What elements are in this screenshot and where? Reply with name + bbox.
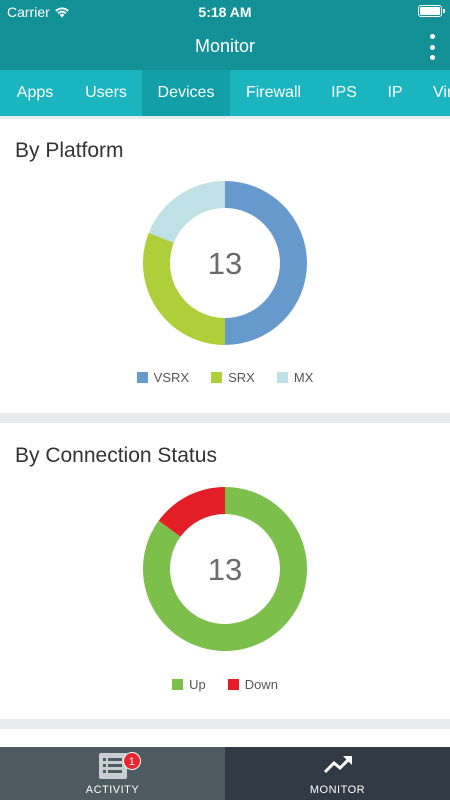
platform-donut-chart: 13 xyxy=(143,181,307,345)
legend-label-vsrx: VSRX xyxy=(153,370,190,385)
connection-card-title: By Connection Status xyxy=(15,444,217,467)
tab-ip[interactable]: IP xyxy=(371,70,419,116)
activity-label: ACTIVITY xyxy=(85,784,140,796)
legend-swatch-vsrx xyxy=(136,372,148,383)
tab-firewall[interactable]: Firewall xyxy=(230,70,317,116)
platform-slice-mx xyxy=(148,181,225,243)
battery-icon xyxy=(418,5,445,17)
legend-swatch-srx xyxy=(211,372,223,383)
activity-list-icon xyxy=(98,753,127,779)
legend-item-srx: SRX xyxy=(211,370,255,385)
bottom-tab-activity[interactable]: 1 ACTIVITY xyxy=(0,747,225,800)
platform-legend: VSRX SRX MX xyxy=(0,370,450,385)
legend-label-up: Up xyxy=(189,677,206,692)
connection-center-total: 13 xyxy=(208,552,242,587)
legend-item-up: Up xyxy=(172,677,206,692)
trending-up-icon xyxy=(323,756,352,774)
activity-badge: 1 xyxy=(123,752,141,770)
tab-apps[interactable]: Apps xyxy=(0,70,70,116)
category-tab-bar: Apps Users Devices Firewall IPS IP Vir xyxy=(0,70,450,116)
monitor-label: MONITOR xyxy=(309,784,366,796)
more-options-icon[interactable] xyxy=(428,34,436,60)
navigation-bar: Monitor xyxy=(0,24,450,70)
connection-card: By Connection Status 13 Up Down xyxy=(0,423,450,719)
connection-legend: Up Down xyxy=(0,677,450,692)
legend-swatch-down xyxy=(227,679,239,690)
platform-center-total: 13 xyxy=(208,246,242,281)
legend-label-srx: SRX xyxy=(228,370,255,385)
tab-users[interactable]: Users xyxy=(70,70,142,116)
legend-label-mx: MX xyxy=(293,370,314,385)
tab-ips[interactable]: IPS xyxy=(317,70,371,116)
legend-item-down: Down xyxy=(227,677,278,692)
connection-donut-chart: 13 xyxy=(143,487,307,651)
platform-card-title: By Platform xyxy=(15,139,124,162)
legend-swatch-mx xyxy=(276,372,288,383)
legend-swatch-up xyxy=(172,679,184,690)
legend-item-mx: MX xyxy=(276,370,314,385)
platform-card: By Platform 13 VSRX SRX MX xyxy=(0,119,450,413)
bottom-tab-monitor[interactable]: MONITOR xyxy=(225,747,450,800)
legend-label-down: Down xyxy=(244,677,278,692)
next-card xyxy=(0,729,450,747)
status-bar: Carrier 5:18 AM xyxy=(0,0,450,24)
tab-devices[interactable]: Devices xyxy=(142,70,230,116)
legend-item-vsrx: VSRX xyxy=(136,370,190,385)
tab-vir[interactable]: Vir xyxy=(419,70,450,116)
status-time: 5:18 AM xyxy=(198,4,252,20)
bottom-tab-bar: 1 ACTIVITY MONITOR xyxy=(0,747,450,800)
page-title: Monitor xyxy=(194,36,256,56)
